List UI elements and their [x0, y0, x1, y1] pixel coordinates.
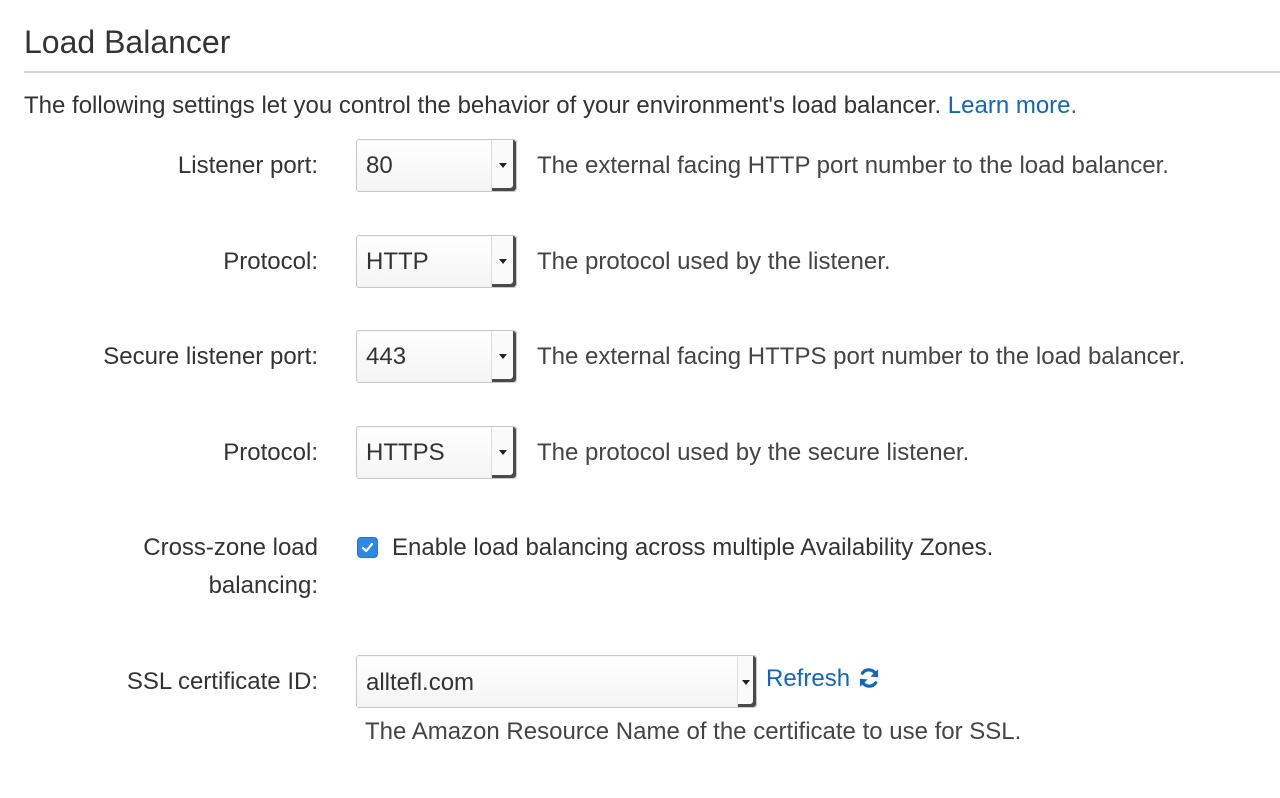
ssl-certificate-help: The Amazon Resource Name of the certific… [365, 718, 1022, 745]
cross-zone-label: Cross-zone load balancing: [143, 534, 318, 599]
listener-port-value: 80 [366, 152, 393, 179]
listener-port-description: The external facing HTTP port number to … [537, 152, 1169, 179]
ssl-certificate-value: alltefl.com [366, 669, 475, 696]
refresh-icon [859, 667, 879, 688]
title-divider [24, 71, 1280, 73]
caret-down-icon [499, 163, 507, 168]
secure-protocol-select[interactable]: HTTPS [356, 426, 517, 479]
secure-listener-port-dropdown-toggle[interactable] [491, 331, 516, 382]
secure-protocol-description: The protocol used by the secure listener… [537, 439, 970, 466]
section-intro: The following settings let you control t… [24, 90, 1077, 122]
secure-protocol-value: HTTPS [366, 439, 445, 466]
secure-protocol-dropdown-toggle[interactable] [491, 427, 516, 478]
caret-down-icon [742, 680, 750, 685]
ssl-certificate-dropdown-toggle[interactable] [737, 656, 756, 707]
page-title: Load Balancer [24, 24, 231, 60]
protocol-value: HTTP [366, 248, 429, 275]
caret-down-icon [499, 450, 507, 455]
secure-listener-port-description: The external facing HTTPS port number to… [537, 343, 1186, 370]
caret-down-icon [499, 259, 507, 264]
secure-protocol-label: Protocol: [223, 439, 318, 466]
secure-listener-port-value: 443 [366, 343, 407, 370]
cross-zone-checkbox-label[interactable]: Enable load balancing across multiple Av… [392, 529, 993, 567]
checkmark-icon [361, 542, 374, 553]
listener-port-dropdown-toggle[interactable] [491, 140, 516, 191]
caret-down-icon [499, 354, 507, 359]
protocol-select[interactable]: HTTP [356, 235, 517, 288]
listener-port-label: Listener port: [177, 152, 318, 179]
refresh-label: Refresh [766, 665, 851, 692]
refresh-button[interactable]: Refresh [766, 660, 880, 698]
ssl-certificate-select[interactable]: alltefl.com [356, 655, 757, 708]
intro-text: The following settings let you control t… [24, 92, 942, 119]
protocol-label: Protocol: [223, 248, 318, 275]
secure-listener-port-label: Secure listener port: [103, 343, 318, 370]
cross-zone-checkbox[interactable] [357, 537, 378, 558]
protocol-description: The protocol used by the listener. [537, 248, 891, 275]
secure-listener-port-select[interactable]: 443 [356, 330, 517, 383]
learn-more-link[interactable]: Learn more. [948, 92, 1077, 119]
ssl-certificate-label: SSL certificate ID: [126, 668, 318, 695]
listener-port-select[interactable]: 80 [356, 139, 517, 192]
protocol-dropdown-toggle[interactable] [491, 236, 516, 287]
